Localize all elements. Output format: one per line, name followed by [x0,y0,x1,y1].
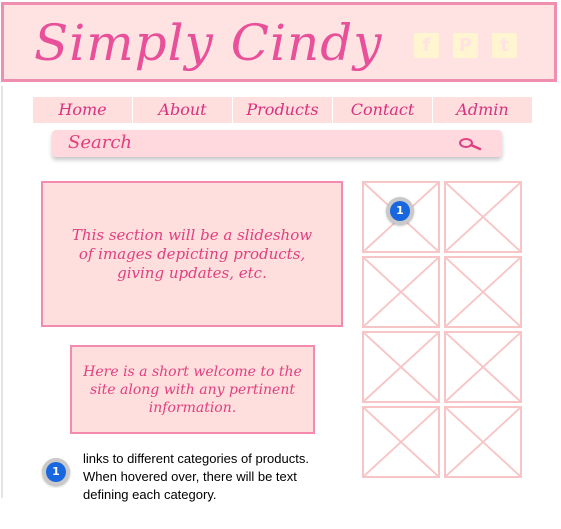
category-thumbnail[interactable] [444,181,522,253]
main-nav: Home About Products Contact Admin [33,96,532,123]
annotation-badge: 1 [42,458,70,486]
nav-products[interactable]: Products [233,97,333,123]
category-thumbnail[interactable] [362,256,440,328]
welcome-box: Here is a short welcome to the site alon… [70,345,315,434]
category-thumbnail[interactable] [444,331,522,403]
search-icon[interactable] [458,137,482,151]
category-thumbnail[interactable] [362,406,440,478]
category-thumbnail[interactable] [444,256,522,328]
annotation-badge-number: 1 [46,462,66,482]
slideshow-placeholder: This section will be a slideshow of imag… [41,181,343,327]
annotation-badge-number: 1 [390,201,410,221]
welcome-text: Here is a short welcome to the site alon… [83,363,302,416]
site-header: Simply Cindy f P t [1,2,557,82]
slideshow-text: This section will be a slideshow of imag… [71,225,313,282]
site-logo[interactable]: Simply Cindy [34,14,383,72]
nav-admin[interactable]: Admin [433,97,532,123]
category-thumbnail[interactable] [444,406,522,478]
annotation-note: links to different categories of product… [83,451,309,502]
search-bar[interactable]: Search [52,130,502,157]
annotation-badge: 1 [386,197,414,225]
page-frame-line [1,86,3,498]
pinterest-icon[interactable]: P [453,33,478,58]
nav-contact[interactable]: Contact [333,97,433,123]
category-thumbnail[interactable] [362,331,440,403]
nav-home[interactable]: Home [33,97,133,123]
twitter-icon[interactable]: t [492,33,517,58]
search-input[interactable]: Search [68,132,132,153]
facebook-icon[interactable]: f [414,33,439,58]
nav-about[interactable]: About [133,97,233,123]
